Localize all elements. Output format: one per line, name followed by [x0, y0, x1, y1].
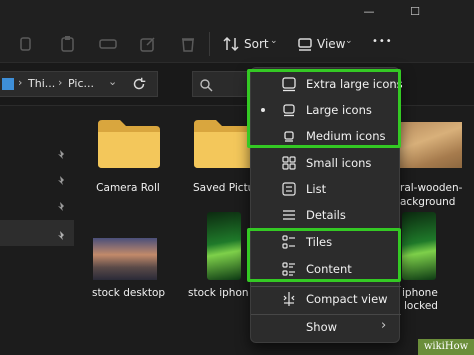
item-stock-desktop[interactable]: stock desktop — [92, 287, 165, 299]
sort-button[interactable]: Sort — [244, 37, 269, 51]
item-stock-iphone[interactable]: stock iphone — [188, 287, 248, 299]
search-input[interactable] — [192, 71, 252, 97]
sort-icon[interactable] — [221, 34, 241, 54]
compact-view-icon — [281, 291, 297, 307]
folder-icon[interactable] — [96, 118, 162, 170]
menu-item-show[interactable]: Show › — [251, 314, 401, 340]
item-iphone-locked-line2: locked — [404, 300, 438, 312]
item-wooden-background-line2: ackground — [400, 196, 456, 208]
title-bar: — ☐ — [0, 0, 474, 26]
toolbar-divider — [209, 32, 210, 56]
breadcrumb-this-pc[interactable]: Thi... — [28, 77, 55, 90]
delete-icon[interactable] — [178, 34, 198, 54]
more-options-button[interactable]: ••• — [372, 36, 393, 47]
menu-item-label: List — [306, 182, 327, 196]
highlight-tiles-content — [247, 228, 401, 282]
pin-icon — [56, 172, 68, 185]
stock-iphone-thumbnail[interactable] — [207, 212, 241, 280]
menu-item-label: Details — [306, 208, 346, 222]
locked-iphone-thumbnail[interactable] — [402, 212, 436, 280]
share-icon[interactable] — [138, 34, 158, 54]
minimize-icon: — — [363, 5, 375, 18]
menu-item-details[interactable]: Details — [251, 202, 401, 228]
item-camera-roll[interactable]: Camera Roll — [96, 182, 160, 194]
view-menu: Extra large icons Large icons Medium ico… — [247, 67, 403, 343]
folder-icon[interactable] — [192, 118, 250, 170]
breadcrumb-chevron-icon: › — [18, 76, 23, 89]
breadcrumb-pictures[interactable]: Pic... — [68, 77, 94, 90]
list-icon — [281, 181, 297, 197]
item-saved-pictures[interactable]: Saved Pictu — [193, 182, 250, 194]
menu-item-label: Compact view — [306, 292, 388, 306]
copy-icon[interactable] — [16, 34, 36, 54]
maximize-button[interactable]: ☐ — [400, 3, 430, 21]
view-chevron-icon: ⌄ — [345, 36, 353, 46]
navigation-pane — [0, 106, 74, 355]
menu-item-list[interactable]: List — [251, 176, 401, 202]
nav-item-selected[interactable] — [0, 220, 74, 246]
details-icon — [281, 207, 297, 223]
address-bar[interactable]: › Thi... › Pic... ⌄ — [0, 71, 158, 97]
submenu-chevron-icon: › — [381, 318, 387, 333]
pin-icon — [56, 198, 68, 211]
pin-icon — [56, 227, 68, 240]
item-iphone-locked-line1[interactable]: iphone — [402, 287, 438, 299]
pin-icon — [56, 146, 68, 159]
search-icon — [199, 77, 213, 92]
highlight-icon-sizes — [247, 69, 401, 148]
refresh-icon[interactable] — [130, 75, 150, 93]
minimize-button[interactable]: — — [354, 3, 384, 21]
command-bar: Sort ⌄ View ⌄ ••• — [0, 26, 474, 62]
small-icons-icon — [281, 155, 297, 171]
menu-item-label: Small icons — [306, 156, 372, 170]
menu-item-label: Show — [306, 320, 338, 334]
breadcrumb-chevron-icon: › — [58, 76, 63, 89]
menu-item-small-icons[interactable]: Small icons — [251, 150, 401, 176]
menu-item-compact-view[interactable]: Compact view — [251, 286, 401, 312]
paste-icon[interactable] — [58, 34, 78, 54]
view-icon[interactable] — [295, 34, 315, 54]
address-dropdown-icon[interactable]: ⌄ — [108, 75, 117, 88]
item-wooden-background-line1[interactable]: ral-wooden- — [400, 182, 462, 194]
maximize-icon: ☐ — [410, 5, 420, 18]
address-row: › Thi... › Pic... ⌄ — [0, 62, 474, 106]
view-button[interactable]: View — [317, 37, 345, 51]
rename-icon[interactable] — [98, 34, 118, 54]
sort-chevron-icon: ⌄ — [270, 36, 278, 46]
wood-background-thumbnail[interactable] — [400, 122, 462, 168]
stock-desktop-thumbnail[interactable] — [93, 238, 157, 280]
pictures-icon — [2, 78, 14, 90]
wikihow-watermark: wikiHow — [418, 339, 474, 355]
